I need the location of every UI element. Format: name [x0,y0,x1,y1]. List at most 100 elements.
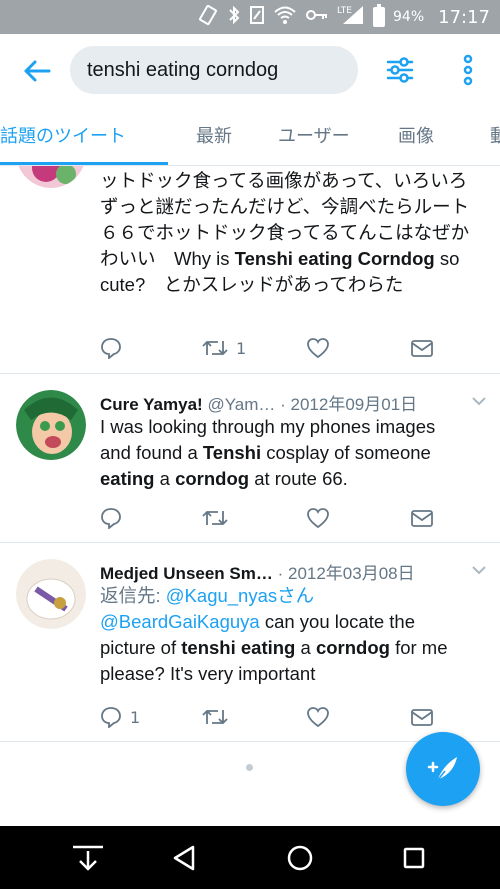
tweet-text-segment: at route 66. [249,468,348,489]
vibrate-icon [197,4,219,29]
key-icon [305,5,329,29]
tweet-text-segment: cosplay of someone [261,442,431,463]
retweet-button[interactable] [202,703,236,731]
loading-indicator [246,764,253,771]
author-name[interactable]: Medjed Unseen Sm… [100,564,273,583]
retweet-button[interactable] [202,504,236,532]
tweet-header: Cure Yamya! @Yam… · 2012年09月01日 [100,390,460,415]
system-nav-bar [0,826,500,889]
share-button[interactable] [410,703,434,731]
like-button[interactable] [306,703,338,731]
compose-icon [427,757,457,782]
reply-to-user-link[interactable]: @Kagu_nyas [166,585,277,606]
tweet-text-highlight: corndog [315,637,390,658]
retweet-count: 1 [236,338,247,358]
wifi-icon [273,5,297,29]
avatar[interactable] [16,166,86,188]
tweet-menu-button[interactable] [470,392,488,410]
author-handle[interactable]: @Yam… [207,395,275,414]
status-bar: LTE 94% 17:17 [0,0,500,34]
retweet-icon [202,341,228,355]
reply-icon [101,338,121,359]
back-arrow-icon [24,60,51,82]
tweet-text: ットドック食ってる画像があって、いろいろずっと謎だったんだけど、今調べたらルート… [100,168,470,298]
search-tabs: 話題のツイート 最新 ユーザー 画像 動 [0,108,500,166]
more-vertical-icon [463,54,473,86]
dm-icon [411,709,433,726]
avatar[interactable] [16,390,86,460]
tweet-feed[interactable]: ットドック食ってる画像があって、いろいろずっと謎だったんだけど、今調べたらルート… [0,166,500,826]
tab-latest[interactable]: 最新 [196,108,232,165]
more-options-button[interactable] [456,52,480,88]
tweet-actions: 1 [100,334,440,362]
tweet-item[interactable]: Medjed Unseen Sm… · 2012年03月08日 返信先: @Ka… [0,543,500,742]
reply-context-label: 返信先: [100,585,166,606]
reply-button[interactable]: 1 [100,703,140,731]
like-button[interactable] [306,504,338,532]
notifications-pull-button[interactable] [70,840,106,876]
retweet-icon [202,710,228,724]
tab-videos[interactable]: 動 [490,108,500,165]
tweet-text-highlight: eating [100,468,155,489]
search-header: tenshi eating corndog [0,34,500,108]
tweet-text-segment: a [154,468,176,489]
tweet-text-highlight: Tenshi eating Corndog [234,248,435,269]
reply-count: 1 [130,707,141,727]
tab-users[interactable]: ユーザー [278,108,350,165]
tweet-text-segment: a [295,637,316,658]
tweet-text-highlight: Tenshi [202,442,262,463]
tweet-header: Medjed Unseen Sm… · 2012年03月08日 [100,559,460,584]
tweet-text-highlight: corndog [175,468,250,489]
tweet-item[interactable]: Cure Yamya! @Yam… · 2012年09月01日 I was lo… [0,374,500,543]
share-button[interactable] [410,334,434,362]
nav-recents-button[interactable] [396,840,432,876]
filter-icon [386,57,414,83]
tweet-item[interactable]: ットドック食ってる画像があって、いろいろずっと謎だったんだけど、今調べたらルート… [0,166,500,374]
nfc-icon [249,5,265,29]
tweet-actions: 1 [100,703,440,731]
retweet-icon [202,511,228,525]
like-icon [307,338,329,359]
battery-percent: 94% [393,9,425,25]
dm-icon [411,510,433,527]
chevron-down-icon [472,397,486,406]
reply-button[interactable] [100,504,130,532]
mention-link[interactable]: @BeardGaiKaguya [100,611,260,632]
circle-home-icon [287,845,313,871]
tweet-text: 返信先: @Kagu_nyasさん @BeardGaiKaguya can yo… [100,583,470,687]
avatar[interactable] [16,559,86,629]
square-recents-icon [403,847,425,869]
author-name[interactable]: Cure Yamya! [100,395,203,414]
search-input[interactable]: tenshi eating corndog [70,46,358,94]
lte-signal-icon: LTE [337,4,365,30]
triangle-back-icon [173,845,195,871]
tweet-date[interactable]: · 2012年03月08日 [278,564,415,583]
tweet-text-highlight: tenshi eating [181,637,296,658]
like-icon [307,707,329,728]
share-button[interactable] [410,504,434,532]
battery-icon [373,4,385,27]
like-button[interactable] [306,334,338,362]
bluetooth-icon [227,5,241,29]
chevron-down-icon [472,566,486,575]
nav-back-button[interactable] [166,840,202,876]
reply-button[interactable] [100,334,130,362]
retweet-button[interactable]: 1 [202,334,246,362]
tab-top-tweets[interactable]: 話題のツイート [0,108,126,165]
active-tab-indicator [0,162,168,165]
compose-tweet-button[interactable] [406,732,480,806]
filter-button[interactable] [382,52,418,88]
tweet-date[interactable]: · 2012年09月01日 [280,395,417,414]
tweet-actions [100,504,440,532]
pull-down-icon [73,845,103,871]
reply-icon [101,508,121,529]
status-icons: LTE 94% 17:17 [197,0,490,34]
tab-images[interactable]: 画像 [398,108,434,165]
like-icon [307,508,329,529]
clock: 17:17 [438,6,490,28]
dm-icon [411,340,433,357]
nav-home-button[interactable] [282,840,318,876]
tweet-menu-button[interactable] [470,561,488,579]
back-button[interactable] [18,52,56,90]
lte-label: LTE [337,6,352,16]
